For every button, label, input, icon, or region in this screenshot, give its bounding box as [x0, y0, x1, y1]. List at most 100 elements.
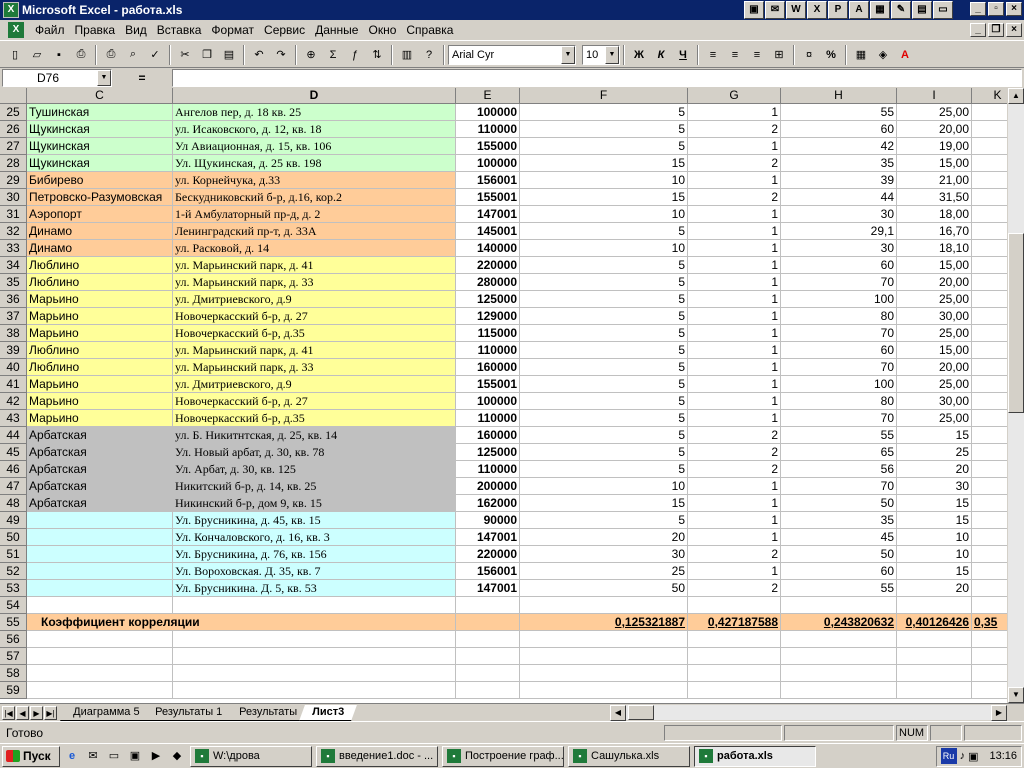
cell[interactable]	[520, 648, 688, 665]
prev-sheet-icon[interactable]: ◀	[16, 705, 29, 720]
price-cell[interactable]: 147001	[456, 580, 520, 597]
value-cell[interactable]: 15,00	[897, 257, 972, 274]
value-cell[interactable]: 30,00	[897, 308, 972, 325]
district-cell[interactable]: Щукинская	[27, 138, 173, 155]
address-cell[interactable]: ул. Марьинский парк, д. 33	[173, 359, 456, 376]
value-cell[interactable]: 5	[520, 393, 688, 410]
value-cell[interactable]: 1	[688, 393, 781, 410]
align-center-icon[interactable]: ≡	[724, 44, 746, 66]
row-header[interactable]: 38	[0, 325, 27, 342]
district-cell[interactable]: Люблино	[27, 257, 173, 274]
italic-button[interactable]: К	[650, 44, 672, 66]
last-sheet-icon[interactable]: ▶|	[44, 705, 57, 720]
copy-icon[interactable]: ❐	[196, 44, 218, 66]
price-cell[interactable]: 125000	[456, 291, 520, 308]
row-header[interactable]: 59	[0, 682, 27, 699]
value-cell[interactable]: 70	[781, 410, 897, 427]
value-cell[interactable]: 80	[781, 393, 897, 410]
address-cell[interactable]: ул. Расковой, д. 14	[173, 240, 456, 257]
value-cell[interactable]: 35	[781, 155, 897, 172]
cell[interactable]	[456, 648, 520, 665]
open-folder-icon[interactable]: ▱	[26, 44, 48, 66]
price-cell[interactable]: 110000	[456, 461, 520, 478]
value-cell[interactable]: 1	[688, 478, 781, 495]
district-cell[interactable]: Динамо	[27, 223, 173, 240]
value-cell[interactable]: 100	[781, 291, 897, 308]
value-cell[interactable]: 20,00	[897, 359, 972, 376]
chevron-down-icon[interactable]: ▼	[97, 70, 111, 86]
value-cell[interactable]: 18,10	[897, 240, 972, 257]
cell[interactable]	[27, 682, 173, 699]
value-cell[interactable]: 5	[520, 512, 688, 529]
value-cell[interactable]: 1	[688, 529, 781, 546]
value-cell[interactable]: 1	[688, 495, 781, 512]
value-cell[interactable]: 1	[688, 410, 781, 427]
row-header[interactable]: 31	[0, 206, 27, 223]
print-setup-icon[interactable]: ⎙	[70, 44, 92, 66]
font-size-selector[interactable]: 10 ▼	[582, 44, 620, 65]
cell[interactable]	[897, 648, 972, 665]
district-cell[interactable]: Люблино	[27, 359, 173, 376]
value-cell[interactable]: 29,1	[781, 223, 897, 240]
value-cell[interactable]: 1	[688, 104, 781, 121]
row-header[interactable]: 45	[0, 444, 27, 461]
value-cell[interactable]: 19,00	[897, 138, 972, 155]
doc-restore-button[interactable]: ❐	[988, 23, 1004, 37]
menu-data[interactable]: Данные	[310, 23, 363, 37]
district-cell[interactable]: Марьино	[27, 325, 173, 342]
value-cell[interactable]: 1	[688, 274, 781, 291]
value-cell[interactable]: 25,00	[897, 104, 972, 121]
district-cell[interactable]: Люблино	[27, 274, 173, 291]
value-cell[interactable]: 15	[520, 155, 688, 172]
cell[interactable]	[173, 682, 456, 699]
district-cell[interactable]: Люблино	[27, 342, 173, 359]
price-cell[interactable]: 160000	[456, 359, 520, 376]
address-cell[interactable]: Ул. Брусникина, д. 45, кв. 15	[173, 512, 456, 529]
price-cell[interactable]: 220000	[456, 546, 520, 563]
value-cell[interactable]: 20	[897, 461, 972, 478]
scroll-left-icon[interactable]: ◀	[610, 705, 626, 721]
address-cell[interactable]: Новочеркасский б-р, д. 27	[173, 393, 456, 410]
price-cell[interactable]: 147001	[456, 529, 520, 546]
value-cell[interactable]: 70	[781, 325, 897, 342]
district-cell[interactable]: Арбатская	[27, 495, 173, 512]
row-header[interactable]: 40	[0, 359, 27, 376]
cut-icon[interactable]: ✂	[174, 44, 196, 66]
save-icon[interactable]: ▪	[48, 44, 70, 66]
calendar-icon[interactable]: ▦	[870, 1, 890, 19]
value-cell[interactable]: 5	[520, 138, 688, 155]
font-color-icon[interactable]: A	[894, 44, 916, 66]
paste-icon[interactable]: ▤	[218, 44, 240, 66]
cell[interactable]	[456, 597, 520, 614]
horizontal-scrollbar[interactable]: ◀ ▶	[610, 705, 1007, 721]
address-cell[interactable]: ул. Корнейчука, д.33	[173, 172, 456, 189]
vertical-scrollbar[interactable]: ▲ ▼	[1007, 88, 1024, 703]
fill-color-icon[interactable]: ◈	[872, 44, 894, 66]
sheet-tab[interactable]: Результаты	[225, 704, 310, 721]
value-cell[interactable]: 30	[781, 206, 897, 223]
cell[interactable]	[897, 631, 972, 648]
bold-button[interactable]: Ж	[628, 44, 650, 66]
value-cell[interactable]: 15	[520, 189, 688, 206]
district-cell[interactable]: Щукинская	[27, 121, 173, 138]
cell[interactable]	[520, 597, 688, 614]
mail-icon[interactable]: ✉	[765, 1, 785, 19]
access-icon[interactable]: A	[849, 1, 869, 19]
channels-icon[interactable]: ▣	[126, 747, 144, 765]
row-header[interactable]: 29	[0, 172, 27, 189]
address-cell[interactable]: Никитский б-р, д. 14, кв. 25	[173, 478, 456, 495]
column-header-g[interactable]: G	[688, 88, 781, 104]
redo-icon[interactable]: ↷	[270, 44, 292, 66]
chevron-down-icon[interactable]: ▼	[561, 45, 575, 64]
font-selector[interactable]: Arial Cyr ▼	[448, 44, 576, 65]
value-cell[interactable]: 15	[897, 512, 972, 529]
formula-input[interactable]	[172, 69, 1022, 87]
first-sheet-icon[interactable]: |◀	[2, 705, 15, 720]
value-cell[interactable]: 16,70	[897, 223, 972, 240]
value-cell[interactable]: 1	[688, 376, 781, 393]
district-cell[interactable]: Бибирево	[27, 172, 173, 189]
value-cell[interactable]: 30,00	[897, 393, 972, 410]
address-cell[interactable]: ул. Дмитриевского, д.9	[173, 291, 456, 308]
value-cell[interactable]: 5	[520, 291, 688, 308]
word-icon[interactable]: W	[786, 1, 806, 19]
